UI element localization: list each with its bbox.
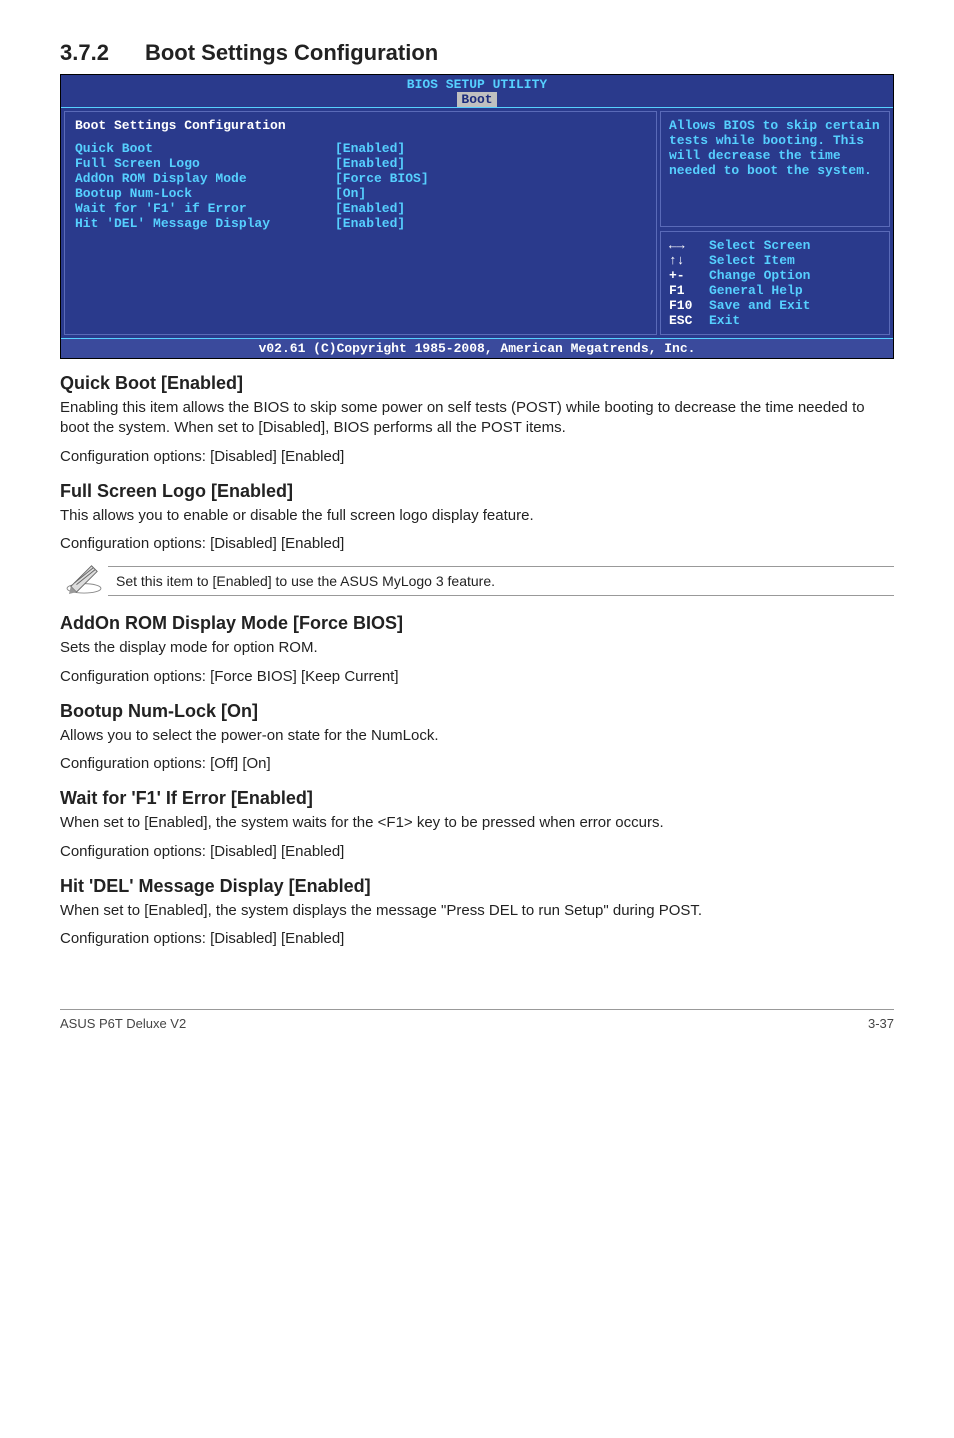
full-screen-logo-body: This allows you to enable or disable the… [60,506,894,526]
full-screen-logo-opts: Configuration options: [Disabled] [Enabl… [60,534,894,554]
page-footer: ASUS P6T Deluxe V2 3-37 [60,1009,894,1031]
section-title: Boot Settings Configuration [145,40,438,65]
quick-boot-heading: Quick Boot [Enabled] [60,373,894,394]
bios-config-heading: Boot Settings Configuration [75,118,646,133]
bios-item: Wait for 'F1' if Error[Enabled] [75,201,646,216]
bios-title: BIOS SETUP UTILITY [407,77,547,92]
bios-item: Bootup Num-Lock[On] [75,186,646,201]
hit-del-opts: Configuration options: [Disabled] [Enabl… [60,929,894,949]
bios-item: Full Screen Logo[Enabled] [75,156,646,171]
bios-footer: v02.61 (C)Copyright 1985-2008, American … [61,338,893,358]
bios-item: AddOn ROM Display Mode[Force BIOS] [75,171,646,186]
note-callout: Set this item to [Enabled] to use the AS… [60,562,894,599]
bios-tab-bar: Boot [61,92,893,107]
nav-row: +-Change Option [669,268,881,283]
bootup-numlock-body: Allows you to select the power-on state … [60,726,894,746]
addon-rom-body: Sets the display mode for option ROM. [60,638,894,658]
wait-f1-opts: Configuration options: [Disabled] [Enabl… [60,842,894,862]
footer-product: ASUS P6T Deluxe V2 [60,1016,186,1031]
bios-nav-keys: ←→Select Screen ↑↓Select Item +-Change O… [660,231,890,335]
section-heading: 3.7.2 Boot Settings Configuration [60,40,894,66]
addon-rom-opts: Configuration options: [Force BIOS] [Kee… [60,667,894,687]
bios-screenshot: BIOS SETUP UTILITY Boot Boot Settings Co… [60,74,894,359]
hit-del-body: When set to [Enabled], the system displa… [60,901,894,921]
nav-row: F1General Help [669,283,881,298]
bios-item: Hit 'DEL' Message Display[Enabled] [75,216,646,231]
bios-active-tab: Boot [457,92,496,107]
footer-page-number: 3-37 [868,1016,894,1031]
note-text: Set this item to [Enabled] to use the AS… [108,566,894,596]
bootup-numlock-opts: Configuration options: [Off] [On] [60,754,894,774]
bios-config-panel: Boot Settings Configuration Quick Boot[E… [64,111,657,335]
nav-row: F10Save and Exit [669,298,881,313]
wait-f1-heading: Wait for 'F1' If Error [Enabled] [60,788,894,809]
hit-del-heading: Hit 'DEL' Message Display [Enabled] [60,876,894,897]
quick-boot-body: Enabling this item allows the BIOS to sk… [60,398,894,439]
quick-boot-opts: Configuration options: [Disabled] [Enabl… [60,447,894,467]
bios-right-panel: Allows BIOS to skip certain tests while … [660,111,890,335]
nav-row: ↑↓Select Item [669,253,881,268]
bios-header: BIOS SETUP UTILITY Boot [61,75,893,107]
addon-rom-heading: AddOn ROM Display Mode [Force BIOS] [60,613,894,634]
nav-row: ←→Select Screen [669,238,881,253]
wait-f1-body: When set to [Enabled], the system waits … [60,813,894,833]
bootup-numlock-heading: Bootup Num-Lock [On] [60,701,894,722]
pencil-icon [60,562,108,599]
bios-item: Quick Boot[Enabled] [75,141,646,156]
section-number: 3.7.2 [60,40,109,65]
bios-body: Boot Settings Configuration Quick Boot[E… [61,107,893,338]
nav-row: ESCExit [669,313,881,328]
full-screen-logo-heading: Full Screen Logo [Enabled] [60,481,894,502]
bios-help-text: Allows BIOS to skip certain tests while … [660,111,890,227]
